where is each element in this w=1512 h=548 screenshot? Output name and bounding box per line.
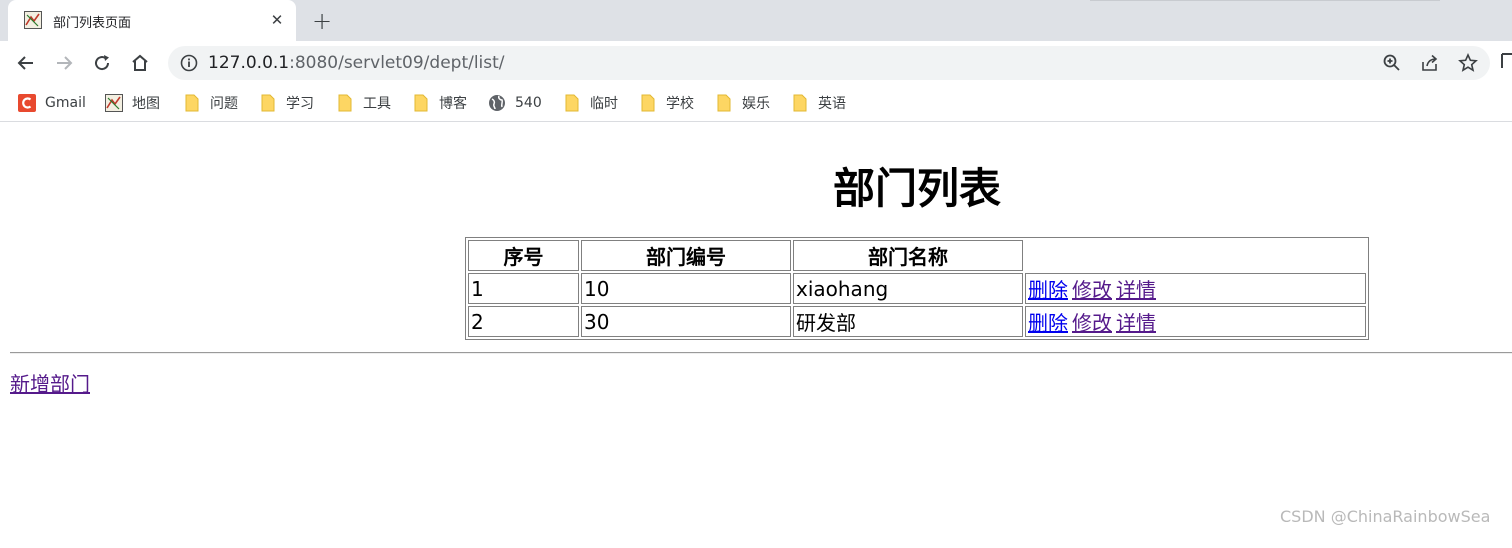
bookmark-folder-school[interactable]: 学校 — [639, 93, 694, 113]
reload-icon[interactable] — [89, 50, 115, 76]
url-text: 127.0.0.1:8080/servlet09/dept/list/ — [208, 53, 505, 73]
address-bar[interactable]: 127.0.0.1:8080/servlet09/dept/list/ — [168, 46, 1490, 80]
delete-link[interactable]: 删除 — [1028, 311, 1068, 335]
cell-actions: 删除 修改 详情 — [1025, 273, 1366, 304]
folder-icon — [717, 94, 731, 112]
toolbar: 127.0.0.1:8080/servlet09/dept/list/ — [0, 41, 1512, 85]
zoom-icon[interactable] — [1382, 53, 1402, 73]
share-icon[interactable] — [1420, 53, 1440, 73]
bookmark-label: 娱乐 — [742, 96, 770, 112]
folder-icon — [565, 94, 579, 112]
modify-link[interactable]: 修改 — [1072, 311, 1112, 335]
header-index: 序号 — [468, 240, 579, 271]
watermark: CSDN @ChinaRainbowSea — [1280, 507, 1491, 526]
star-icon[interactable] — [1458, 53, 1478, 73]
bookmark-label: 工具 — [363, 96, 391, 112]
detail-link[interactable]: 详情 — [1116, 278, 1156, 302]
bookmark-label: 540 — [515, 95, 542, 111]
horizontal-rule — [10, 352, 1512, 354]
table-row: 1 10 xiaohang 删除 修改 详情 — [468, 273, 1366, 304]
page-title: 部门列表 — [832, 164, 1001, 213]
table-row: 2 30 研发部 删除 修改 详情 — [468, 306, 1366, 337]
cell-deptno: 30 — [581, 306, 791, 337]
reading-list-icon[interactable] — [1500, 51, 1512, 71]
home-icon[interactable] — [127, 50, 153, 76]
bookmark-map[interactable]: 地图 — [105, 93, 160, 113]
header-dname: 部门名称 — [793, 240, 1023, 271]
header-actions-blank — [1025, 240, 1366, 271]
add-dept-link[interactable]: 新增部门 — [10, 368, 90, 397]
page-content: 部门列表 序号 部门编号 部门名称 1 10 xiaohang 删除 修改 详情 2… — [0, 123, 1512, 548]
tab-strip: 部门列表页面 ✕ + — [0, 0, 1512, 41]
folder-icon — [414, 94, 428, 112]
cell-index: 2 — [468, 306, 579, 337]
tab-active[interactable]: 部门列表页面 ✕ — [8, 0, 296, 41]
bookmark-label: 问题 — [210, 96, 238, 112]
delete-link[interactable]: 删除 — [1028, 278, 1068, 302]
bookmark-label: 地图 — [132, 96, 160, 112]
folder-icon — [641, 94, 655, 112]
cell-index: 1 — [468, 273, 579, 304]
bookmark-folder-temp[interactable]: 临时 — [563, 93, 618, 113]
gmail-icon — [18, 94, 36, 112]
bookmark-gmail[interactable]: Gmail — [18, 93, 86, 113]
plus-icon[interactable]: + — [308, 7, 336, 35]
bookmark-label: 临时 — [590, 96, 618, 112]
url-host: 127.0.0.1 — [208, 53, 290, 73]
url-path: :8080/servlet09/dept/list/ — [289, 53, 505, 73]
bookmark-label: 博客 — [439, 96, 467, 112]
folder-icon — [261, 94, 275, 112]
bookmark-folder-study[interactable]: 学习 — [259, 93, 314, 113]
cell-deptno: 10 — [581, 273, 791, 304]
tab-title: 部门列表页面 — [53, 16, 132, 31]
bookmark-label: Gmail — [45, 95, 86, 111]
bookmark-folder-english[interactable]: 英语 — [791, 93, 846, 113]
arrow-right-icon[interactable] — [51, 50, 77, 76]
folder-icon — [338, 94, 352, 112]
bookmark-folder-tools[interactable]: 工具 — [336, 93, 391, 113]
cell-actions: 删除 修改 详情 — [1025, 306, 1366, 337]
bookmark-label: 英语 — [818, 96, 846, 112]
bookmark-folder-entertainment[interactable]: 娱乐 — [715, 93, 770, 113]
map-icon — [105, 94, 123, 112]
cell-dname: 研发部 — [793, 306, 1023, 337]
cell-dname: xiaohang — [793, 273, 1023, 304]
bookmarks-bar: Gmail 地图 问题 学习 工具 博客 540 临时 学校 娱乐 英语 — [0, 85, 1512, 122]
bookmark-folder-questions[interactable]: 问题 — [183, 93, 238, 113]
bookmark-folder-blog[interactable]: 博客 — [412, 93, 467, 113]
folder-icon — [185, 94, 199, 112]
arrow-left-icon[interactable] — [13, 50, 39, 76]
bookmark-label: 学习 — [286, 96, 314, 112]
map-favicon-icon — [24, 11, 42, 29]
bookmark-540[interactable]: 540 — [488, 93, 542, 113]
table-header-row: 序号 部门编号 部门名称 — [468, 240, 1366, 271]
globe-icon — [489, 95, 505, 111]
tab-strip-divider — [1090, 0, 1440, 1]
info-icon[interactable] — [180, 54, 198, 72]
close-icon[interactable]: ✕ — [266, 9, 288, 31]
modify-link[interactable]: 修改 — [1072, 278, 1112, 302]
folder-icon — [793, 94, 807, 112]
detail-link[interactable]: 详情 — [1116, 311, 1156, 335]
dept-table: 序号 部门编号 部门名称 1 10 xiaohang 删除 修改 详情 2 30 研… — [465, 237, 1369, 340]
header-deptno: 部门编号 — [581, 240, 791, 271]
bookmark-label: 学校 — [666, 96, 694, 112]
